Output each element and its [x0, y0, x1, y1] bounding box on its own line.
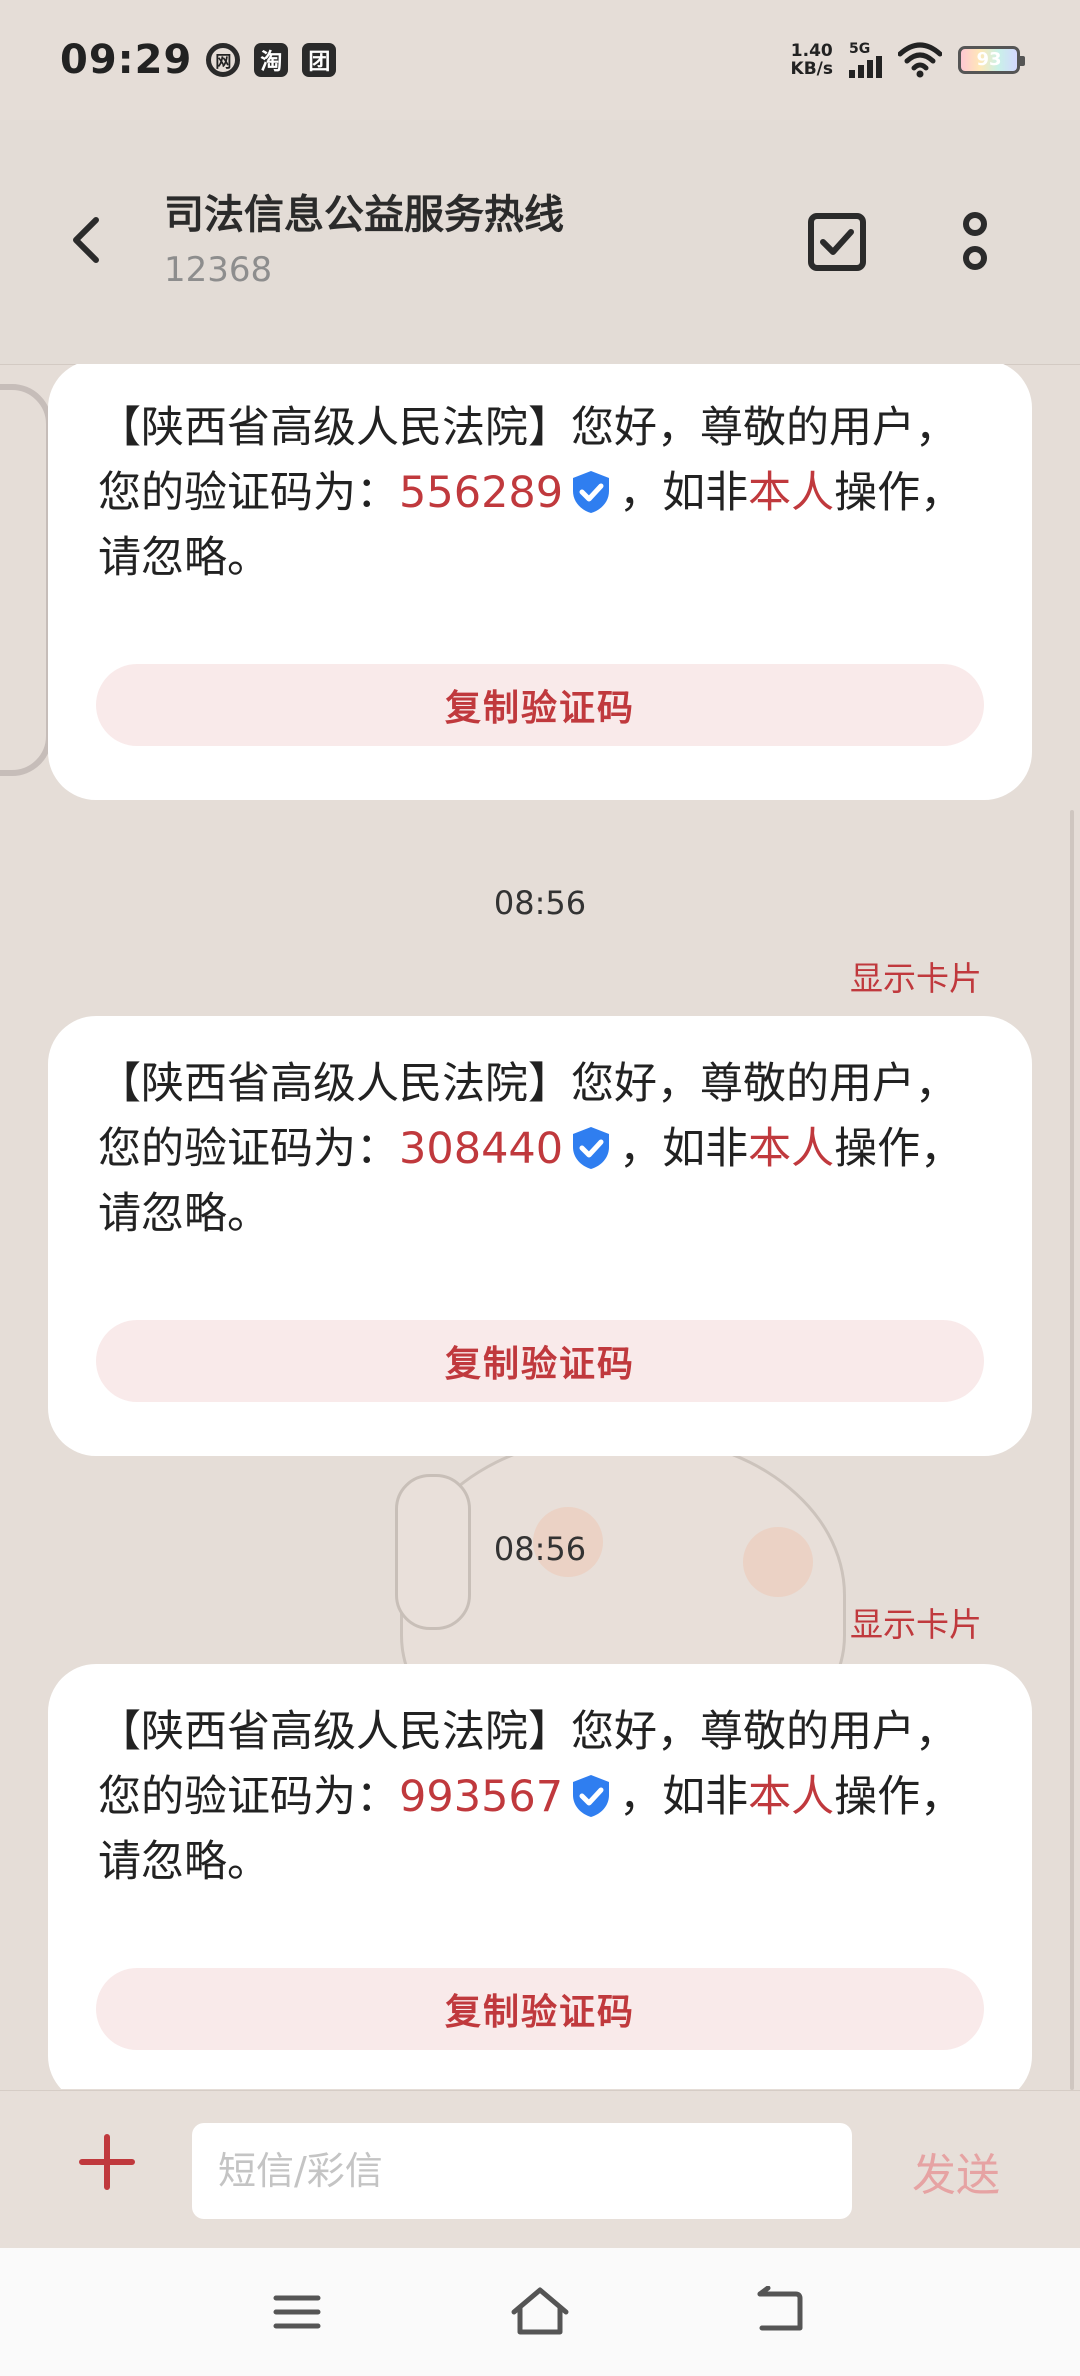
add-attachment-icon[interactable]	[78, 2133, 136, 2191]
signal-label: 5G	[849, 41, 871, 57]
copy-code-button[interactable]: 复制验证码	[96, 1968, 984, 2050]
conversation-header: 司法信息公益服务热线 12368	[0, 120, 1080, 365]
scrollbar[interactable]	[1070, 810, 1074, 2090]
verified-shield-icon	[573, 1775, 610, 1817]
cellular-signal: 5G	[849, 42, 882, 78]
status-bar: 09:29 网 淘 团 1.40 KB/s 5G 93	[0, 0, 1080, 120]
system-back-icon[interactable]	[752, 2286, 806, 2336]
message-input[interactable]	[192, 2123, 852, 2219]
wallpaper-decoration	[0, 384, 52, 776]
message-bubble[interactable]: 【陕西省高级人民法院】您好，尊敬的用户，您的验证码为：308440 ，如非本人操作…	[48, 1016, 1032, 1456]
contact-number: 12368	[164, 250, 273, 290]
copy-code-button[interactable]: 复制验证码	[96, 664, 984, 746]
network-speed: 1.40 KB/s	[791, 42, 833, 78]
recent-apps-icon[interactable]	[272, 2292, 322, 2332]
network-speed-unit: KB/s	[790, 59, 833, 79]
taobao-app-icon: 淘	[254, 43, 289, 77]
message-text: 【陕西省高级人民法院】您好，尊敬的用户，您的验证码为：993567 ，如非本人操作…	[98, 1700, 982, 1895]
message-text: 【陕西省高级人民法院】您好，尊敬的用户，您的验证码为：556289 ，如非本人操作…	[98, 396, 982, 591]
show-card-link[interactable]: 显示卡片	[850, 952, 982, 1000]
verification-code[interactable]: 993567	[399, 1772, 563, 1822]
verified-shield-icon	[573, 1127, 610, 1169]
message-list[interactable]: 【陕西省高级人民法院】您好，尊敬的用户，您的验证码为：556289 ，如非本人操作…	[0, 364, 1080, 2089]
netease-app-icon: 网	[206, 43, 241, 77]
status-right: 1.40 KB/s 5G 93	[791, 42, 1025, 78]
multi-select-icon[interactable]	[805, 210, 869, 274]
home-icon[interactable]	[508, 2284, 572, 2338]
highlight-text[interactable]: 本人	[748, 1772, 834, 1822]
wifi-icon	[898, 42, 942, 78]
status-time: 09:29	[60, 37, 193, 83]
send-button[interactable]: 发送	[912, 2139, 1000, 2203]
back-arrow-icon[interactable]	[58, 210, 118, 270]
more-options-icon[interactable]	[950, 210, 1000, 274]
signal-bars-icon	[849, 56, 882, 78]
message-body: ，如非	[619, 1124, 749, 1174]
system-navigation-bar	[0, 2248, 1080, 2376]
verification-code[interactable]: 556289	[399, 468, 563, 518]
message-text: 【陕西省高级人民法院】您好，尊敬的用户，您的验证码为：308440 ，如非本人操作…	[98, 1052, 982, 1247]
message-body: ，如非	[619, 468, 749, 518]
verification-code[interactable]: 308440	[399, 1124, 563, 1174]
show-card-link[interactable]: 显示卡片	[850, 1598, 982, 1646]
message-bubble[interactable]: 【陕西省高级人民法院】您好，尊敬的用户，您的验证码为：993567 ，如非本人操作…	[48, 1664, 1032, 2089]
verified-shield-icon	[573, 471, 610, 513]
message-composer: 发送	[0, 2090, 1080, 2249]
contact-name: 司法信息公益服务热线	[164, 192, 564, 238]
copy-code-button[interactable]: 复制验证码	[96, 1320, 984, 1402]
message-body: ，如非	[619, 1772, 749, 1822]
highlight-text[interactable]: 本人	[748, 468, 834, 518]
battery-icon: 93	[958, 46, 1025, 74]
message-timestamp: 08:56	[493, 1530, 587, 1568]
meituan-app-icon: 团	[302, 43, 337, 77]
message-bubble[interactable]: 【陕西省高级人民法院】您好，尊敬的用户，您的验证码为：556289 ，如非本人操作…	[48, 364, 1032, 800]
message-timestamp: 08:56	[493, 884, 587, 922]
status-left: 09:29 网 淘 团	[60, 37, 337, 83]
network-speed-value: 1.40	[790, 41, 833, 61]
highlight-text[interactable]: 本人	[748, 1124, 834, 1174]
